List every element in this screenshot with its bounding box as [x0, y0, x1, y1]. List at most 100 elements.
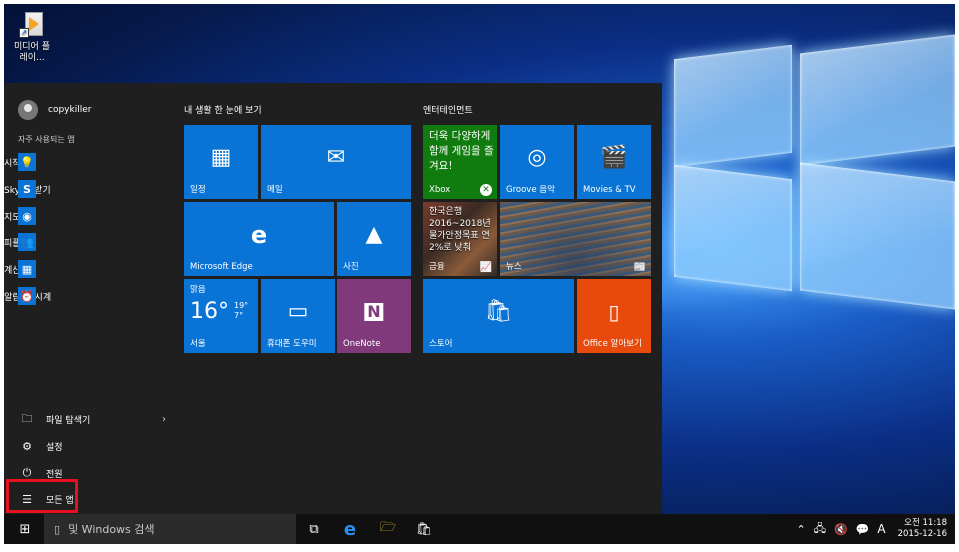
maps-icon: ◉: [18, 207, 36, 225]
app-item-maps[interactable]: ◉ 지도: [4, 203, 172, 229]
menu-label: 파일 탐색기: [46, 415, 91, 426]
app-item-skype[interactable]: S Skype 받기: [4, 176, 172, 202]
weather-hilo: 19° 7°: [234, 301, 248, 321]
weather-high: 19°: [234, 301, 249, 310]
skype-icon: S: [18, 180, 36, 198]
user-account[interactable]: copykiller: [4, 97, 172, 123]
tile-edge[interactable]: e Microsoft Edge: [184, 202, 334, 276]
tile-office[interactable]: ▯ Office 알아보기: [577, 279, 651, 353]
network-icon[interactable]: 🖧: [814, 520, 826, 539]
app-item-alarm[interactable]: ⏰ 알람 및 시계: [4, 283, 172, 309]
tile-label: 서울: [190, 339, 206, 349]
folder-icon: 🗀: [21, 411, 33, 425]
tile-label: Xbox: [429, 185, 451, 195]
photos-icon: ▲: [365, 221, 383, 247]
tile-weather[interactable]: 맑음 16° 19° 7° 서울: [184, 279, 258, 353]
windows-icon: ⊞: [19, 521, 31, 537]
tile-label: 휴대폰 도우미: [267, 339, 317, 349]
tile-label: Microsoft Edge: [190, 262, 253, 272]
microphone-icon: ▯: [54, 522, 61, 536]
clock-time: 오전 11:18: [904, 518, 947, 528]
tile-label: 스토어: [429, 339, 453, 349]
file-explorer-taskbar-button[interactable]: 🗁: [376, 514, 400, 544]
windows-logo-pane: [674, 44, 792, 168]
clapper-icon: 🎬: [600, 144, 628, 170]
windows-logo-pane: [800, 34, 955, 166]
tile-label: 메일: [267, 185, 283, 195]
input-method-indicator[interactable]: A: [877, 522, 885, 536]
tile-news[interactable]: 뉴스 📰: [500, 202, 651, 276]
tile-movies[interactable]: 🎬 Movies & TV: [577, 125, 651, 199]
tile-label: 뉴스: [506, 262, 522, 272]
windows-logo-pane: [800, 162, 955, 310]
news-icon: 📰: [633, 262, 646, 273]
taskbar: ⊞ ▯ 및 Windows 검색 ⧉ e 🗁 🛍 ⌃ 🖧 🔇 💬 A 오전 11…: [4, 514, 955, 544]
tile-calendar[interactable]: ▦ 일정: [184, 125, 258, 199]
media-player-icon: ↗: [19, 10, 45, 40]
start-menu: copykiller 자주 사용되는 앱 💡 시작 S Skype 받기 ◉ 지…: [4, 83, 662, 514]
search-placeholder: 및 Windows 검색: [68, 523, 155, 536]
search-box[interactable]: ▯ 및 Windows 검색: [44, 514, 296, 544]
xbox-icon: ✕: [480, 184, 492, 196]
app-item-people[interactable]: 👥 피플: [4, 229, 172, 255]
xbox-promo-text: 더욱 다양하게 함께 게임을 즐겨요!: [429, 130, 494, 172]
user-avatar: [18, 100, 38, 120]
weather-temp: 16°: [190, 299, 229, 324]
tile-xbox[interactable]: 더욱 다양하게 함께 게임을 즐겨요! Xbox ✕: [423, 125, 497, 199]
tile-label: Office 알아보기: [583, 339, 642, 349]
clock[interactable]: 오전 11:18 2015-12-16: [898, 518, 947, 540]
weather-low: 7°: [234, 311, 244, 320]
chart-icon: 📈: [479, 262, 492, 273]
calculator-icon: ▦: [18, 260, 36, 278]
bulb-icon: 💡: [18, 153, 36, 171]
chevron-up-icon[interactable]: ⌃: [796, 523, 805, 536]
store-taskbar-button[interactable]: 🛍: [412, 514, 436, 544]
notification-icon[interactable]: 💬: [856, 523, 870, 536]
app-item-start[interactable]: 💡 시작: [4, 149, 172, 175]
tile-groove[interactable]: ◎ Groove 음악: [500, 125, 574, 199]
start-button[interactable]: ⊞: [10, 514, 40, 544]
tile-finance[interactable]: 한국은행 2016~2018년 물가안정목표 연 2%로 낮춰 금융 📈: [423, 202, 497, 276]
tile-store[interactable]: 🛍 스토어: [423, 279, 574, 353]
file-explorer-item[interactable]: 🗀 파일 탐색기 ›: [4, 406, 172, 432]
onenote-icon: N: [364, 302, 384, 321]
tile-mail[interactable]: ✉ 메일: [261, 125, 411, 199]
tile-label: 사진: [343, 262, 359, 272]
tile-onenote[interactable]: N OneNote: [337, 279, 411, 353]
menu-label: 설정: [46, 442, 63, 453]
weather-condition: 맑음: [190, 285, 206, 295]
gear-icon: ⚙: [22, 439, 32, 453]
desktop-icon-label: 미디어 플레이...: [14, 42, 50, 63]
chevron-right-icon[interactable]: ›: [162, 414, 166, 425]
edge-taskbar-button[interactable]: e: [338, 514, 362, 544]
windows-logo-pane: [674, 164, 792, 292]
settings-item[interactable]: ⚙ 설정: [4, 433, 172, 459]
finance-headline: 한국은행 2016~2018년 물가안정목표 연 2%로 낮춰: [429, 207, 491, 253]
folder-icon: 🗁: [379, 520, 397, 535]
store-bag-icon: 🛍: [484, 298, 513, 324]
menu-label: 전원: [46, 469, 63, 480]
user-name: copykiller: [48, 105, 92, 115]
alarm-icon: ⏰: [18, 287, 36, 305]
groove-icon: ◎: [527, 144, 547, 170]
tile-phone-companion[interactable]: ▭ 휴대폰 도우미: [261, 279, 335, 353]
app-item-calculator[interactable]: ▦ 계산기: [4, 256, 172, 282]
tile-label: 금융: [429, 262, 445, 272]
clock-date: 2015-12-16: [897, 529, 947, 539]
tile-label: OneNote: [343, 339, 381, 349]
tile-label: 일정: [190, 185, 206, 195]
people-icon: 👥: [18, 233, 36, 251]
tile-photos[interactable]: ▲ 사진: [337, 202, 411, 276]
volume-muted-icon[interactable]: 🔇: [834, 523, 848, 536]
system-tray: ⌃ 🖧 🔇 💬 A 오전 11:18 2015-12-16: [792, 514, 955, 544]
tile-label: Movies & TV: [583, 185, 636, 195]
desktop: ↗ 미디어 플레이... copykiller 자주 사용되는 앱 💡 시작 S…: [4, 4, 955, 544]
task-view-button[interactable]: ⧉: [302, 514, 326, 544]
phone-icon: ▭: [287, 298, 309, 324]
desktop-icon-media-player[interactable]: ↗ 미디어 플레이...: [12, 10, 52, 64]
tile-label: Groove 음악: [506, 185, 555, 195]
edge-icon: e: [343, 518, 357, 540]
group-title-entertainment: 엔터테인먼트: [423, 106, 473, 116]
mail-icon: ✉: [326, 144, 346, 170]
all-apps-highlight-box: [6, 479, 78, 513]
